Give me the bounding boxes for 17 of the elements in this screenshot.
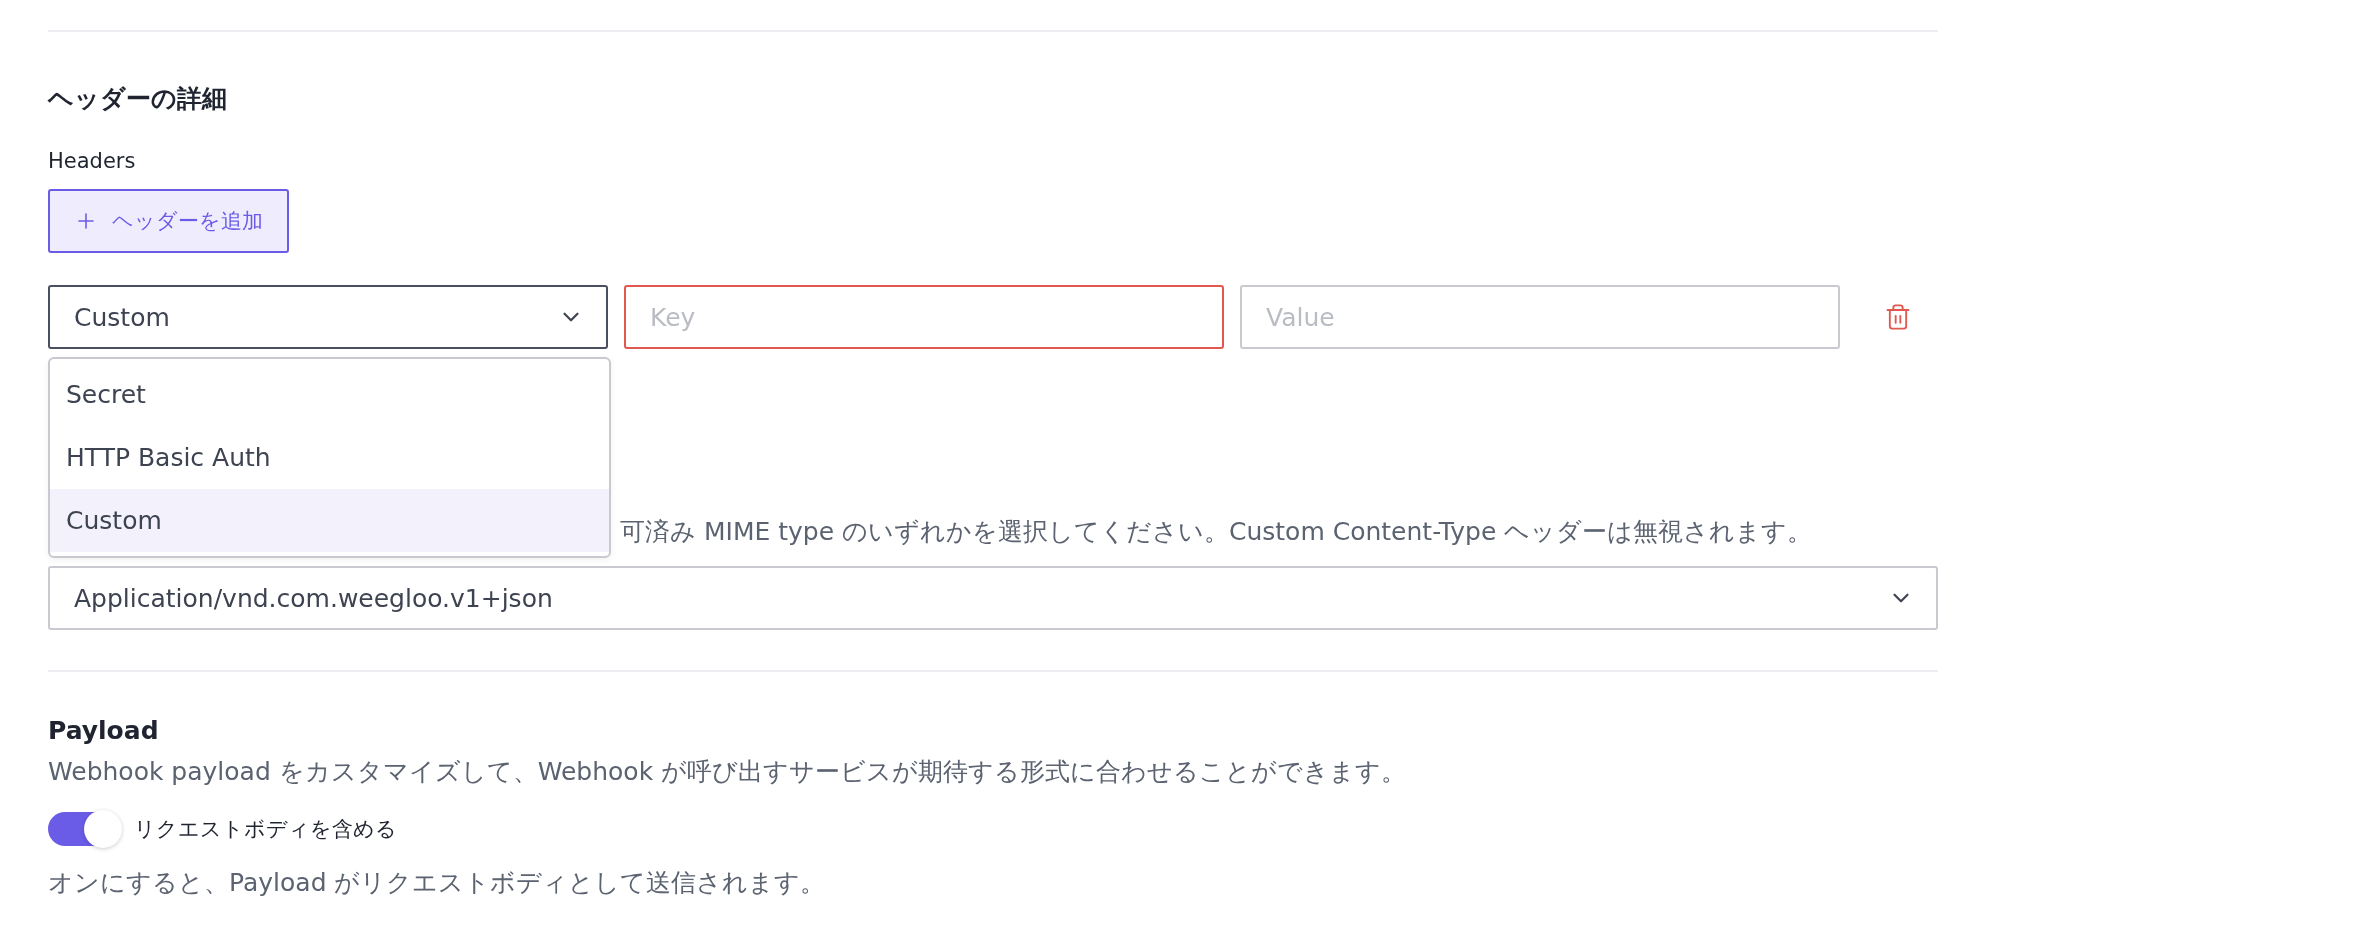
content-type-description: 可済み MIME type のいずれかを選択してください。Custom Content-Type ヘッダーは無視されます。: [620, 516, 1813, 548]
content-type-select[interactable]: Application/vnd.com.weegloo.v1+json: [48, 566, 1938, 630]
headers-label: Headers: [48, 149, 137, 173]
header-type-select[interactable]: Custom: [48, 285, 608, 349]
payload-note: オンにすると、Payload がリクエストボディとして送信されます。: [48, 867, 826, 899]
toggle-label: リクエストボディを含める: [134, 816, 397, 843]
menu-item[interactable]: Custom: [50, 489, 609, 552]
trash-icon[interactable]: [1884, 303, 1912, 331]
section-title: ヘッダーの詳細: [48, 83, 228, 115]
menu-item[interactable]: Secret: [50, 363, 609, 426]
payload-title: Payload: [48, 716, 160, 745]
key-field[interactable]: Key: [624, 285, 1224, 349]
add-header-button[interactable]: ヘッダーを追加: [48, 189, 289, 253]
payload-description: Webhook payload をカスタマイズして、Webhook が呼び出すサービスが期待する形式に合わせることができます。: [48, 756, 1407, 788]
toggle-switch[interactable]: [48, 812, 120, 846]
value-field[interactable]: Value: [1240, 285, 1840, 349]
menu-item[interactable]: HTTP Basic Auth: [50, 426, 609, 489]
